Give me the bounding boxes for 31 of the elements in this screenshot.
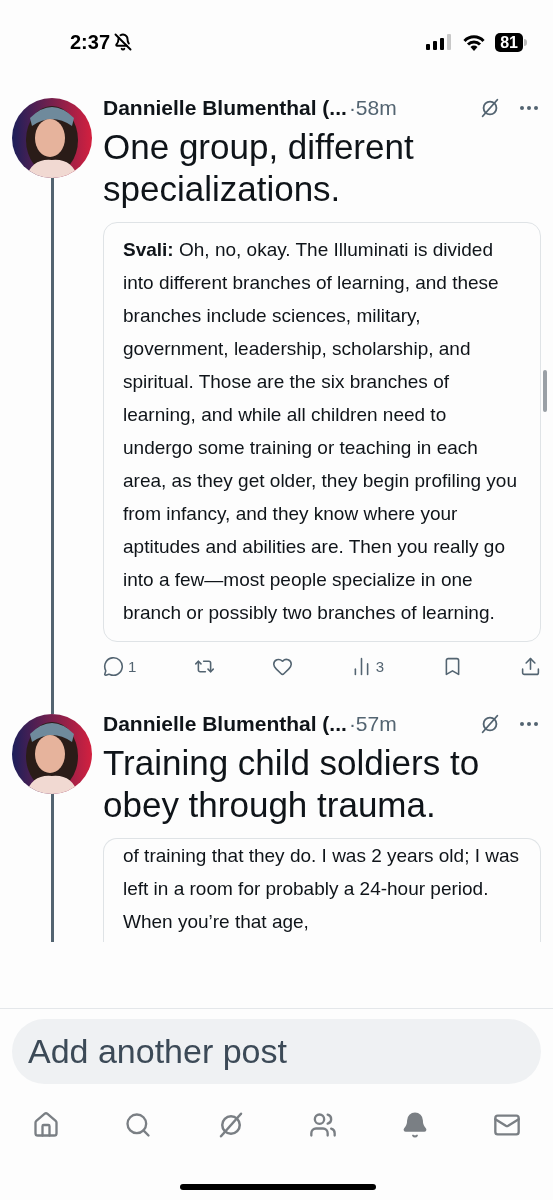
- share-button[interactable]: [519, 656, 541, 678]
- author-name: Dannielle Blumenthal (...: [103, 95, 347, 121]
- post-text: Training child soldiers to obey through trauma.: [103, 741, 481, 826]
- signal-icon: [426, 34, 453, 50]
- more-icon[interactable]: [519, 720, 539, 727]
- post-text: One group, different specializations.: [103, 125, 415, 210]
- quote-text: of training that they do. I was 2 years old; I was left in a room for probably a 24-hour period. When you’re that age,: [123, 843, 521, 934]
- reply-icon: [103, 656, 124, 678]
- bar-chart-button[interactable]: 3: [350, 655, 385, 678]
- slashed-circle-icon[interactable]: [479, 712, 501, 735]
- quote-text: Svali: Oh, no, okay. The Illuminati is divided into different branches of learning, and these branches include sciences, military, government, leadership, scholarship, and spiritual. Those are the six branches of learning, and while all children need to undergo some training or teaching in each area, as they get older, they begin profiling you from infancy, and they know where your aptitudes and abilities are. Then you really go into a few—most people specialize in one branch or possibly two branches of learning.: [123, 237, 518, 625]
- heart-icon: [272, 656, 294, 678]
- author-name: Dannielle Blumenthal (...: [103, 711, 347, 737]
- scroll-bar: [543, 370, 547, 412]
- more-icon[interactable]: [519, 104, 539, 111]
- add-post-field[interactable]: Add another post: [12, 1019, 541, 1084]
- count: 3: [375, 656, 385, 677]
- search-icon[interactable]: [123, 1111, 152, 1139]
- heart-button[interactable]: [272, 656, 294, 678]
- reply-button[interactable]: 1: [103, 655, 137, 678]
- slashed-circle-icon[interactable]: [479, 96, 501, 119]
- bell-off-icon: [114, 33, 133, 51]
- home-icon[interactable]: [32, 1111, 60, 1139]
- people-icon[interactable]: [309, 1111, 338, 1139]
- battery-indicator: 81: [495, 32, 527, 52]
- post-time: ·58m: [348, 95, 397, 121]
- wifi-icon: [462, 33, 487, 51]
- share-icon: [519, 656, 541, 678]
- status-time: 2:37: [70, 30, 111, 55]
- count: 1: [128, 656, 137, 677]
- post-time: ·57m: [348, 711, 397, 737]
